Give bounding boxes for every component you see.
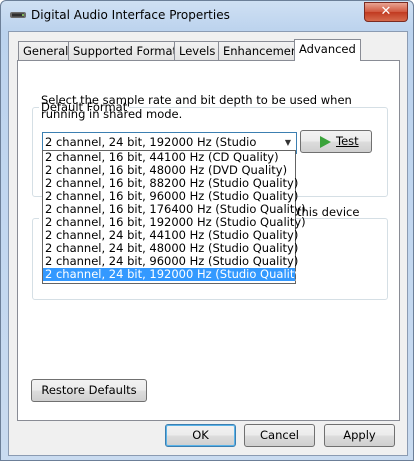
- tab-levels[interactable]: Levels: [174, 41, 221, 60]
- ok-button[interactable]: OK: [165, 424, 236, 447]
- close-icon: ✕: [380, 4, 392, 19]
- tab-advanced[interactable]: Advanced: [294, 39, 361, 61]
- title-bar[interactable]: Digital Audio Interface Properties ✕: [1, 1, 413, 31]
- tab-supported-formats[interactable]: Supported Formats: [68, 41, 189, 60]
- tab-general[interactable]: General: [18, 41, 74, 60]
- format-option-selected[interactable]: 2 channel, 24 bit, 192000 Hz (Studio Qua…: [43, 268, 306, 281]
- close-button[interactable]: ✕: [364, 2, 408, 22]
- play-icon: [320, 136, 331, 148]
- cancel-button[interactable]: Cancel: [244, 424, 315, 447]
- restore-defaults-button[interactable]: Restore Defaults: [31, 379, 147, 402]
- exclusive-mode-text: this device: [297, 205, 360, 219]
- format-options-list[interactable]: 2 channel, 16 bit, 44100 Hz (CD Quality)…: [42, 150, 306, 284]
- test-button[interactable]: Test: [300, 130, 372, 153]
- default-format-description: Select the sample rate and bit depth to …: [41, 93, 352, 121]
- speaker-icon: [10, 12, 26, 18]
- apply-button[interactable]: Apply: [324, 424, 395, 447]
- window-title: Digital Audio Interface Properties: [31, 8, 230, 22]
